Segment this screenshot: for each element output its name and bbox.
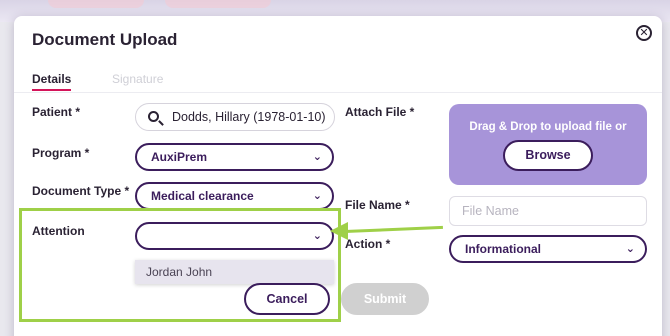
patient-search-input[interactable]: Dodds, Hillary (1978-01-10) (135, 103, 335, 131)
action-value: Informational (465, 242, 542, 256)
tab-signature[interactable]: Signature (112, 72, 163, 86)
action-select[interactable]: Informational ⌄ (449, 235, 647, 263)
document-type-select[interactable]: Medical clearance ⌄ (135, 182, 334, 210)
action-label: Action * (345, 237, 391, 251)
file-name-label: File Name * (345, 198, 410, 212)
chevron-down-icon: ⌄ (312, 190, 322, 202)
patient-label: Patient * (32, 105, 81, 119)
file-dropzone[interactable]: Drag & Drop to upload file or Browse (449, 104, 647, 185)
program-label: Program * (32, 146, 90, 160)
browse-button[interactable]: Browse (503, 140, 593, 171)
file-name-input[interactable]: File Name (449, 196, 647, 226)
dropzone-text: Drag & Drop to upload file or (469, 121, 627, 133)
tab-details[interactable]: Details (32, 72, 72, 91)
attach-file-label: Attach File * (345, 105, 415, 119)
chevron-down-icon: ⌄ (625, 243, 635, 255)
backdrop-pill (165, 0, 271, 8)
dialog-title: Document Upload (32, 30, 178, 49)
patient-value: Dodds, Hillary (1978-01-10) (172, 110, 326, 124)
submit-button[interactable]: Submit (341, 283, 429, 315)
backdrop-pill (48, 0, 144, 8)
program-value: AuxiPrem (151, 150, 208, 164)
annotation-arrow-head (330, 222, 348, 240)
close-icon[interactable]: ✕ (636, 25, 652, 41)
search-icon (148, 111, 159, 122)
document-type-label: Document Type * (32, 184, 130, 198)
tab-divider (14, 92, 662, 93)
chevron-down-icon: ⌄ (312, 151, 322, 163)
document-type-value: Medical clearance (151, 189, 254, 203)
annotation-highlight-box (19, 208, 341, 322)
program-select[interactable]: AuxiPrem ⌄ (135, 143, 334, 171)
